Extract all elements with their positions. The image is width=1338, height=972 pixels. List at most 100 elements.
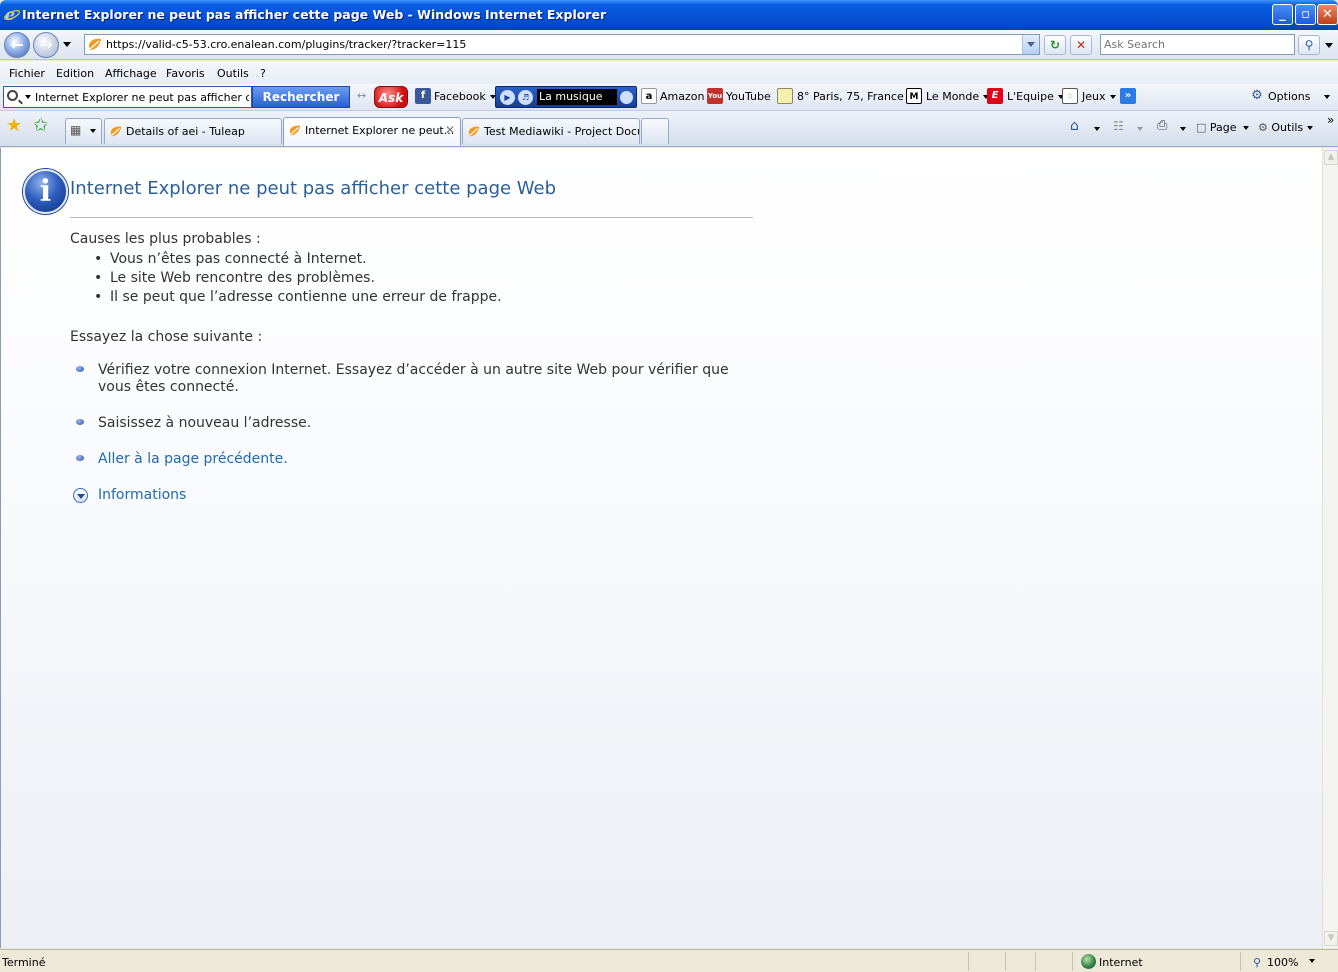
- tuleap-favicon-icon: [468, 126, 480, 137]
- chevron-down-icon: [1242, 126, 1249, 130]
- tab-bar: ★ ✩ ▦ Details of aei - Tuleap Internet E…: [0, 111, 1338, 147]
- ask-search-field[interactable]: Internet Explorer ne peut pas afficher c…: [3, 86, 252, 108]
- search-icon: ⚲: [1304, 38, 1314, 52]
- address-dropdown-button[interactable]: [1022, 35, 1039, 54]
- youtube-button[interactable]: YouTube: [726, 90, 771, 103]
- amazon-icon: a: [641, 88, 657, 104]
- play-icon[interactable]: ▶: [500, 90, 515, 105]
- lequipe-button[interactable]: L'Equipe: [1007, 90, 1064, 103]
- search-options-dropdown-icon[interactable]: [1325, 43, 1333, 48]
- options-label: Options: [1268, 90, 1311, 103]
- window-title-bar[interactable]: e Internet Explorer ne peut pas afficher…: [0, 0, 1338, 30]
- le-monde-button[interactable]: Le Monde: [926, 90, 990, 103]
- status-divider: [968, 952, 969, 971]
- volume-icon[interactable]: ♬: [518, 90, 533, 105]
- web-search-input[interactable]: [1101, 35, 1294, 54]
- minimize-button[interactable]: _: [1272, 4, 1293, 25]
- back-button[interactable]: ←: [4, 32, 30, 58]
- command-bar-overflow-icon[interactable]: »: [1327, 113, 1334, 127]
- weather-button[interactable]: 8° Paris, 75, France: [797, 90, 914, 103]
- stop-button[interactable]: ✕: [1070, 35, 1092, 55]
- address-url: https://valid-c5-53.cro.enalean.com/plug…: [106, 38, 467, 51]
- check-connection-text: Vérifiez votre connexion Internet. Essay…: [98, 362, 729, 396]
- gear-icon: ⚙: [1258, 121, 1268, 134]
- music-dropdown-icon[interactable]: [620, 91, 633, 104]
- chevron-down-icon[interactable]: [1137, 127, 1143, 131]
- search-button[interactable]: ⚲: [1298, 35, 1320, 55]
- page-menu-button[interactable]: □ Page: [1196, 121, 1249, 134]
- web-search-field[interactable]: [1100, 34, 1295, 55]
- security-zone-label: Internet: [1099, 956, 1143, 969]
- ask-toolbar: Internet Explorer ne peut pas afficher c…: [0, 84, 1338, 111]
- more-chevron-icon[interactable]: »: [1120, 88, 1136, 104]
- status-divider: [1240, 952, 1241, 971]
- lequipe-icon: E: [987, 88, 1003, 104]
- music-player[interactable]: ▶ ♬ La musique: [495, 86, 637, 108]
- quick-tabs-button[interactable]: ▦: [65, 118, 102, 144]
- jeux-button[interactable]: Jeux: [1082, 90, 1116, 103]
- weather-icon: [777, 88, 793, 104]
- close-window-button[interactable]: ✕: [1317, 4, 1338, 25]
- forward-button[interactable]: →: [33, 32, 59, 58]
- scroll-down-icon[interactable]: ▼: [1324, 931, 1338, 946]
- gear-icon: ⚙: [1251, 88, 1263, 103]
- recent-pages-dropdown-icon[interactable]: [63, 42, 71, 47]
- check-connection-line1: Vérifiez votre connexion Internet. Essay…: [98, 362, 729, 378]
- le-monde-label: Le Monde: [926, 90, 980, 103]
- close-tab-icon[interactable]: ✕: [445, 123, 455, 137]
- add-favorite-icon[interactable]: ✩: [33, 117, 48, 135]
- rechercher-button[interactable]: Rechercher: [252, 86, 350, 108]
- options-button[interactable]: Options: [1268, 90, 1331, 103]
- menu-outils[interactable]: Outils: [217, 67, 249, 80]
- chevron-down-icon[interactable]: [25, 95, 31, 99]
- bullet-icon: [76, 366, 84, 372]
- amazon-button[interactable]: Amazon: [660, 90, 704, 103]
- tools-menu-button[interactable]: ⚙ Outils: [1258, 121, 1314, 134]
- more-information-link[interactable]: Informations: [98, 487, 186, 504]
- rss-feed-icon[interactable]: ☷: [1113, 119, 1124, 133]
- address-field[interactable]: https://valid-c5-53.cro.enalean.com/plug…: [84, 34, 1040, 55]
- menu-help[interactable]: ?: [260, 67, 266, 80]
- window-title: Internet Explorer ne peut pas afficher c…: [22, 7, 607, 22]
- tab-details-of-aei[interactable]: Details of aei - Tuleap: [104, 118, 282, 144]
- toolbar-resize-grip-icon[interactable]: ↔: [357, 89, 366, 102]
- jeux-icon: ♢: [1062, 88, 1078, 104]
- print-icon[interactable]: ⎙: [1157, 118, 1167, 133]
- tab-ie-error[interactable]: Internet Explorer ne peut... ✕: [283, 117, 461, 146]
- forward-arrow-icon: →: [39, 35, 53, 54]
- facebook-button[interactable]: Facebook: [434, 90, 496, 103]
- chevron-down-icon: [1027, 42, 1035, 47]
- page-content: i Internet Explorer ne peut pas afficher…: [0, 148, 1322, 948]
- info-icon: i: [23, 169, 68, 214]
- tab-label: Details of aei - Tuleap: [126, 125, 245, 138]
- chevron-down-icon[interactable]: [1309, 959, 1315, 963]
- menu-fichier[interactable]: Fichier: [9, 67, 45, 80]
- tab-label: Test Mediawiki - Project Docu...: [484, 125, 640, 138]
- chevron-down-icon[interactable]: [1094, 127, 1100, 131]
- menu-edition[interactable]: Edition: [56, 67, 94, 80]
- tuleap-favicon-icon: [289, 125, 301, 136]
- refresh-icon: ↻: [1049, 38, 1061, 52]
- scroll-up-icon[interactable]: ▲: [1324, 150, 1338, 165]
- maximize-button[interactable]: ▫: [1295, 4, 1316, 25]
- chevron-down-icon[interactable]: [1180, 127, 1186, 131]
- status-divider: [1072, 952, 1073, 971]
- home-icon[interactable]: ⌂: [1070, 118, 1079, 134]
- vertical-scrollbar[interactable]: ▲ ▼: [1322, 148, 1338, 948]
- bullet-icon: [76, 419, 84, 425]
- refresh-button[interactable]: ↻: [1044, 35, 1066, 55]
- ask-logo-button[interactable]: Ask: [374, 86, 408, 108]
- ask-search-query[interactable]: Internet Explorer ne peut pas afficher c…: [35, 91, 249, 104]
- menu-affichage[interactable]: Affichage: [105, 67, 157, 80]
- menu-favoris[interactable]: Favoris: [166, 67, 205, 80]
- expand-details-icon[interactable]: [73, 488, 88, 503]
- tab-test-mediawiki[interactable]: Test Mediawiki - Project Docu...: [462, 118, 640, 144]
- previous-page-link[interactable]: Aller à la page précédente.: [98, 451, 288, 468]
- zoom-level-button[interactable]: 100%: [1267, 956, 1298, 969]
- new-tab-button[interactable]: [641, 118, 669, 144]
- favorites-center-icon[interactable]: ★: [6, 117, 22, 135]
- weather-label: 8° Paris, 75, France: [797, 90, 904, 103]
- cause-item: Le site Web rencontre des problèmes.: [94, 270, 375, 286]
- status-divider: [1035, 952, 1036, 971]
- chevron-down-icon: [1109, 95, 1116, 99]
